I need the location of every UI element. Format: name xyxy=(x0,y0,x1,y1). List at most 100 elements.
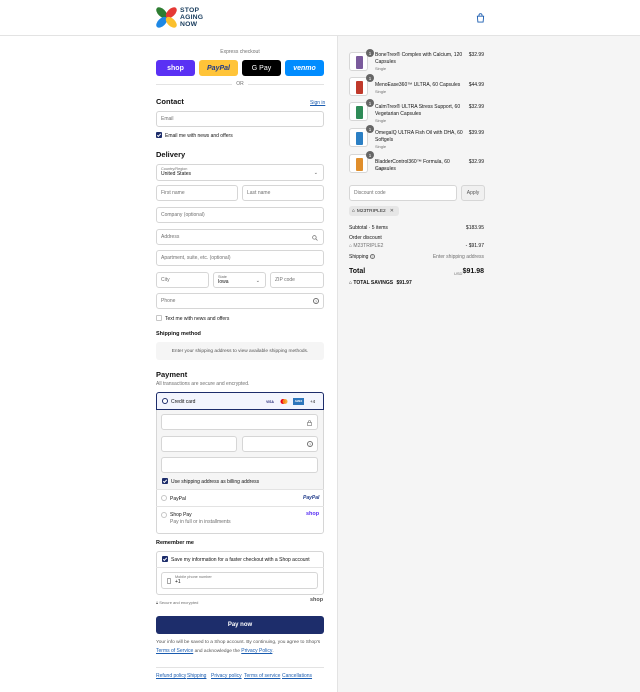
privacy-policy-footer-link[interactable]: Privacy policy xyxy=(211,673,242,679)
paypal-button[interactable]: PayPal xyxy=(199,60,238,76)
discount-value: - $91.97 xyxy=(465,243,484,249)
billing-same-checkbox[interactable] xyxy=(162,478,168,484)
help-icon[interactable]: ? xyxy=(307,441,313,447)
remember-me-heading: Remember me xyxy=(156,540,194,546)
text-news-checkbox[interactable] xyxy=(156,315,162,321)
shop-logo: shop xyxy=(310,597,324,603)
state-value: Iowa xyxy=(218,279,229,285)
remove-discount-icon[interactable]: ✕ xyxy=(390,209,394,214)
paypal-radio[interactable] xyxy=(161,495,167,501)
disclaimer-end: . xyxy=(272,649,274,654)
mobile-phone-icon xyxy=(167,578,171,584)
currency-code: USD xyxy=(454,271,463,276)
paypal-label: PayPal xyxy=(170,496,186,502)
google-pay-button[interactable]: G Pay xyxy=(242,60,281,76)
name-on-card-field[interactable] xyxy=(161,457,318,473)
product-price: $32.99 xyxy=(468,52,484,58)
flower-logo-icon xyxy=(156,7,177,28)
privacy-policy-link[interactable]: Privacy Policy xyxy=(241,648,272,654)
billing-same-label: Use shipping address as billing address xyxy=(171,479,260,485)
shipping-method-heading: Shipping method xyxy=(156,331,201,337)
secure-text: Secure and encrypted xyxy=(159,600,199,605)
product-thumbnail: 1 xyxy=(349,49,374,71)
disclaimer-text: Your info will be saved to a Shop accoun… xyxy=(156,640,321,645)
mastercard-icon xyxy=(280,399,288,404)
divider xyxy=(248,84,324,85)
contact-heading: Contact xyxy=(156,97,184,106)
product-bottle xyxy=(356,132,363,145)
shop-pay-subtitle: Pay in full or in installments xyxy=(170,519,231,525)
more-cards-badge: +4 xyxy=(310,399,316,404)
chevron-down-icon: ⌄ xyxy=(313,170,318,176)
first-name-field[interactable]: First name xyxy=(156,185,238,201)
applied-discount-code: M23TRIPLE2 xyxy=(356,208,386,214)
country-value: United States xyxy=(161,171,192,177)
product-price: $32.99 xyxy=(468,159,484,165)
product-variant: Single xyxy=(375,89,387,94)
subtotal-value: $183.95 xyxy=(465,225,484,231)
venmo-button[interactable]: venmo xyxy=(285,60,324,76)
product-bottle xyxy=(356,81,363,94)
refund-policy-link[interactable]: Refund policy xyxy=(156,673,186,679)
quantity-badge: 1 xyxy=(366,151,374,159)
quantity-badge: 1 xyxy=(366,99,374,107)
discount-code-input[interactable]: Discount code xyxy=(349,185,457,201)
zip-field[interactable]: ZIP code xyxy=(270,272,324,288)
order-discount-label: Order discount xyxy=(349,235,382,241)
terms-of-service-footer-link[interactable]: Terms of service xyxy=(244,673,280,679)
shop-pay-button[interactable]: shop xyxy=(156,60,195,76)
company-field[interactable]: Company (optional) xyxy=(156,207,324,223)
sign-in-link[interactable]: Sign in xyxy=(310,100,325,106)
shopping-bag-icon[interactable] xyxy=(476,13,485,23)
card-number-field[interactable] xyxy=(161,414,318,430)
applied-discount-tag: ⌂ M23TRIPLE2 ✕ xyxy=(349,206,399,216)
country-select[interactable]: Country/Region United States ⌄ xyxy=(156,164,324,181)
subtotal-label: Subtotal · 5 items xyxy=(349,225,388,231)
product-name: BoneTrex® Complex with Calcium, 120 Caps… xyxy=(375,52,463,65)
product-name: OmegaIQ ULTRA Fish Oil with DHA, 60 Soft… xyxy=(375,130,463,143)
apply-discount-button[interactable]: Apply xyxy=(461,185,485,201)
product-bottle xyxy=(356,158,363,171)
lock-icon: 🔒︎ xyxy=(156,600,159,605)
security-code-field[interactable]: ? xyxy=(242,436,318,452)
disclaimer-and: and acknowledge the xyxy=(194,649,240,654)
help-icon[interactable]: ? xyxy=(313,298,319,304)
credit-card-option[interactable]: Credit card VISA AMEX +4 xyxy=(156,392,324,410)
product-thumbnail: 1 xyxy=(349,151,374,173)
phone-field[interactable]: Phone ? xyxy=(156,293,324,309)
shipping-link[interactable]: Shipping xyxy=(187,673,206,679)
expiration-field[interactable] xyxy=(161,436,237,452)
product-bottle xyxy=(356,56,363,69)
shop-pay-label: Shop Pay xyxy=(170,512,192,518)
credit-card-radio[interactable] xyxy=(162,398,168,404)
email-field[interactable]: Email xyxy=(156,111,324,127)
header: STOP AGING NOW xyxy=(0,0,640,36)
cancellations-link[interactable]: Cancellations xyxy=(282,673,312,679)
product-thumbnail: 1 xyxy=(349,125,374,147)
help-icon[interactable]: ? xyxy=(369,254,375,259)
shipping-method-placeholder: Enter your shipping address to view avai… xyxy=(156,342,324,360)
city-field[interactable]: City xyxy=(156,272,209,288)
state-select[interactable]: State Iowa ⌄ xyxy=(213,272,266,288)
last-name-field[interactable]: Last name xyxy=(242,185,324,201)
product-variant: Single xyxy=(375,118,387,123)
amex-icon: AMEX xyxy=(293,398,304,405)
payment-subtitle: All transactions are secure and encrypte… xyxy=(156,381,250,387)
total-label: Total xyxy=(349,268,366,275)
pay-now-button[interactable]: Pay now xyxy=(156,616,324,634)
terms-of-service-link[interactable]: Terms of Service xyxy=(156,648,193,654)
shop-pay-radio[interactable] xyxy=(161,512,167,518)
express-checkout-label: Express checkout xyxy=(220,49,260,55)
mobile-phone-field[interactable]: Mobile phone number +1 xyxy=(161,572,318,589)
product-price: $44.99 xyxy=(468,82,484,88)
chevron-down-icon: ⌄ xyxy=(255,278,260,284)
save-info-checkbox[interactable] xyxy=(162,556,168,562)
divider xyxy=(156,567,324,568)
apartment-field[interactable]: Apartment, suite, etc. (optional) xyxy=(156,250,324,266)
email-news-checkbox[interactable] xyxy=(156,132,162,138)
address-field[interactable]: Address xyxy=(156,229,324,245)
store-logo[interactable]: STOP AGING NOW xyxy=(155,6,211,30)
paypal-logo: PayPal xyxy=(303,495,320,501)
credit-card-label: Credit card xyxy=(171,399,196,405)
product-price: $32.99 xyxy=(468,104,484,110)
